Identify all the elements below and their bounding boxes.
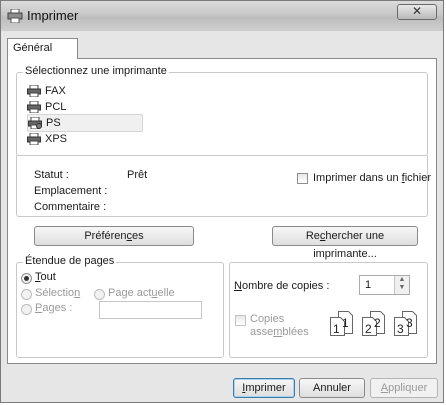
print-text: mprimer: [245, 382, 286, 394]
print-button[interactable]: Imprimer: [233, 378, 295, 398]
print-to-file-label: Imprimer dans un fichier: [313, 172, 431, 184]
pages-label: Pages :: [35, 302, 72, 314]
printer-icon: [27, 84, 41, 98]
printer-icon: [27, 100, 41, 114]
printer-item-fax[interactable]: FAX: [27, 83, 66, 99]
close-icon: ✕: [411, 4, 423, 18]
collate-digit: 3: [406, 316, 413, 330]
collate-digit: 1: [342, 316, 349, 330]
collate-pages-icon: 1 1 2 2 3 3: [330, 311, 417, 336]
printer-item-label: XPS: [45, 133, 68, 145]
all-pages-label: Tout: [35, 271, 56, 283]
collate-text: asse: [250, 326, 274, 338]
printer-icon: [7, 8, 23, 24]
location-label: Emplacement :: [34, 185, 108, 197]
preferences-button[interactable]: Préférences: [34, 226, 194, 246]
copies-count-text: ombre de copies :: [241, 280, 330, 292]
copies-spin-buttons[interactable]: ▲ ▼: [394, 276, 409, 294]
status-value: Prêt: [127, 169, 148, 181]
apply-text: ppliquer: [388, 382, 428, 394]
printer-item-label: PS: [46, 117, 61, 129]
preferences-text-end: es: [132, 230, 144, 242]
find-printer-button[interactable]: Rechercher une imprimante...: [272, 226, 418, 260]
page-range-legend: Étendue de pages: [23, 255, 117, 267]
printer-selection-legend: Sélectionnez une imprimante: [23, 65, 169, 77]
tab-general-label: Général: [13, 42, 53, 54]
all-pages-radio[interactable]: [21, 273, 32, 284]
find-printer-text: Re: [305, 230, 320, 242]
copies-count-stepper[interactable]: 1 ▲ ▼: [359, 275, 410, 295]
printer-item-xps[interactable]: XPS: [27, 131, 67, 147]
collate-text-end: blées: [282, 326, 309, 338]
copies-group: Nombre de copies : 1 ▲ ▼ Copies assemblé…: [229, 262, 428, 358]
collate-digit: 3: [397, 322, 404, 336]
cancel-button[interactable]: Annuler: [299, 378, 365, 398]
all-pages-text: out: [40, 271, 56, 283]
page-range-group: Étendue de pages Tout Sélection Page act…: [16, 255, 224, 358]
cancel-text: Annuler: [313, 382, 351, 394]
printer-selection-group: Sélectionnez une imprimante FAX PCL PS X…: [16, 65, 428, 156]
spin-up-icon[interactable]: ▲: [395, 276, 409, 284]
selection-radio[interactable]: [21, 289, 32, 300]
copies-count-value: 1: [365, 279, 372, 291]
current-page-text: Page act: [108, 287, 152, 299]
print-dialog: Imprimer ✕ Général Sélectionnez une impr…: [0, 0, 444, 403]
printer-item-label: PCL: [45, 101, 67, 113]
pages-input[interactable]: [99, 301, 202, 319]
window-title: Imprimer: [27, 8, 79, 23]
print-to-file-text-end: ichier: [404, 172, 432, 184]
current-page-radio[interactable]: [94, 289, 105, 300]
apply-access-key: A: [380, 382, 389, 394]
printer-item-ps[interactable]: PS: [27, 114, 143, 132]
selection-access-key: n: [74, 287, 81, 299]
collate-label-line1: Copies: [250, 313, 285, 325]
close-button[interactable]: ✕: [397, 4, 437, 20]
print-to-file-text: Imprimer dans un: [313, 172, 402, 184]
selection-text: Sélectio: [35, 287, 75, 299]
apply-button[interactable]: Appliquer: [370, 378, 438, 398]
selection-label: Sélection: [35, 287, 80, 299]
collate-checkbox[interactable]: [235, 315, 246, 326]
spin-down-icon[interactable]: ▼: [395, 284, 409, 292]
collate-digit: 2: [374, 316, 381, 330]
printer-icon: [27, 132, 41, 146]
copies-count-access-key: N: [234, 280, 242, 292]
current-page-text-end: elle: [157, 287, 175, 299]
preferences-text: Préféren: [84, 230, 127, 242]
printer-item-label: FAX: [45, 85, 66, 97]
copies-count-label: Nombre de copies :: [234, 280, 329, 292]
collate-digit: 2: [365, 322, 372, 336]
collate-illustration: 1 1 2 2 3 3: [328, 307, 424, 337]
pages-text: ages :: [42, 302, 73, 314]
title-bar: Imprimer ✕: [1, 1, 443, 31]
printer-icon: [28, 116, 42, 130]
collate-label-line2: assemblées: [250, 326, 309, 338]
tab-panel-general: Sélectionnez une imprimante FAX PCL PS X…: [7, 58, 437, 364]
status-label: Statut :: [34, 169, 69, 181]
comment-label: Commentaire :: [34, 201, 107, 213]
printer-item-pcl[interactable]: PCL: [27, 99, 66, 115]
print-to-file-checkbox[interactable]: [297, 173, 308, 184]
current-page-label: Page actuelle: [108, 287, 175, 299]
collate-digit: 1: [333, 322, 340, 336]
tab-general[interactable]: Général: [7, 38, 78, 59]
pages-radio[interactable]: [21, 304, 32, 315]
